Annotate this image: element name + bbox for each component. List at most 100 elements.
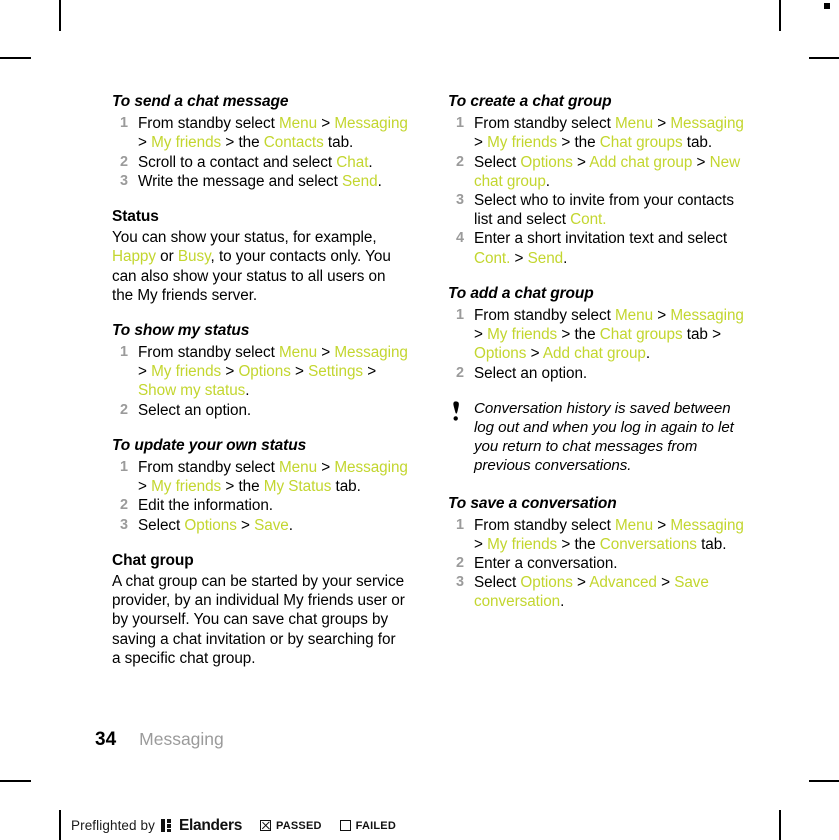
step-0-run-3: Messaging — [334, 459, 408, 476]
paragraph-run-1: Happy — [112, 248, 156, 266]
passed-label: PASSED — [276, 819, 322, 832]
step-2-run-4: > — [656, 574, 675, 592]
step-2-run-3: Save — [254, 516, 289, 534]
right-column: To create a chat group From standby selec… — [448, 92, 744, 628]
step-0-run-12: . — [645, 345, 651, 363]
step-list: From standby select Menu > Messaging > M… — [448, 114, 744, 268]
step-0-run-5: My friends — [151, 478, 222, 496]
section-right-1: To add a chat group From standby select M… — [448, 284, 744, 383]
step-1-run-3: Add chat group — [589, 153, 693, 171]
page-number: 34 — [95, 729, 117, 750]
page-footer: 34 Messaging — [95, 729, 224, 751]
step-2-run-1: Send — [342, 172, 378, 190]
paragraph-run-2: or — [155, 248, 178, 266]
step-0-run-0: From standby select — [138, 344, 279, 362]
step-2-run-0: Select — [474, 574, 521, 592]
step-0-run-6: > the — [557, 134, 600, 152]
step-0-run-4: > — [474, 134, 488, 152]
step-0-run-3: Messaging — [670, 306, 744, 324]
step-2-run-6: . — [560, 593, 565, 611]
step-1-run-0: Select — [474, 153, 521, 171]
step-0-run-4: > — [474, 326, 488, 344]
step-0-run-5: My friends — [487, 535, 558, 553]
step-0-run-2: > — [317, 344, 335, 362]
step-0-run-5: My friends — [151, 134, 222, 152]
step-0-run-1: Menu — [278, 459, 318, 476]
step-0-run-1: Menu — [278, 115, 318, 133]
step-1-run-0: Edit the information. — [138, 497, 273, 515]
step-item: Select Options > Add chat group > New ch… — [448, 153, 744, 191]
step-2-run-2: . — [377, 172, 382, 190]
step-list: From standby select Menu > Messaging > M… — [112, 458, 408, 535]
preflight-bar: Preflighted by Elanders PASSED FAILED — [59, 811, 396, 840]
step-list: From standby select Menu > Messaging > M… — [112, 114, 408, 191]
step-item: Scroll to a contact and select Chat. — [112, 153, 408, 172]
step-item: Select Options > Save. — [112, 516, 408, 535]
step-0-run-8: tab. — [323, 134, 354, 152]
step-0-run-5: My friends — [487, 326, 558, 344]
step-2-run-4: . — [288, 516, 293, 534]
preflight-failed-checkbox-group[interactable]: FAILED — [339, 819, 396, 832]
step-2-run-3: Advanced — [589, 574, 657, 592]
step-item: Enter a conversation. — [448, 554, 744, 573]
step-2-run-2: > — [236, 516, 255, 534]
step-0-run-0: From standby select — [138, 459, 279, 476]
step-0-run-1: Menu — [614, 306, 654, 324]
left-column: To send a chat message From standby selec… — [112, 92, 408, 684]
section-left-1: Status You can show your status, for exam… — [112, 207, 408, 305]
step-1-run-0: Enter a conversation. — [474, 555, 618, 573]
chapter-title: Messaging — [139, 729, 224, 749]
step-0-run-8: tab > — [682, 326, 721, 344]
step-0-run-7: Chat groups — [599, 326, 683, 344]
section-heading: To send a chat message — [112, 93, 289, 110]
note-text: Conversation history is saved between lo… — [474, 399, 734, 475]
step-item: From standby select Menu > Messaging > M… — [112, 458, 408, 496]
step-0-run-7: Conversations — [599, 535, 697, 553]
section-right-after-0: To save a conversation From standby selec… — [448, 494, 744, 612]
step-0-run-9: Options — [474, 345, 527, 363]
note-callout: Conversation history is saved between lo… — [448, 399, 744, 476]
passed-checkbox-icon[interactable] — [260, 820, 272, 831]
step-item: Edit the information. — [112, 496, 408, 515]
step-list: From standby select Menu > Messaging > M… — [448, 516, 744, 612]
step-item: From standby select Menu > Messaging > M… — [448, 114, 744, 152]
failed-label: FAILED — [355, 819, 396, 832]
step-item: Select Options > Advanced > Save convers… — [448, 573, 744, 611]
step-0-run-9: Settings — [308, 363, 363, 381]
step-0-run-0: From standby select — [138, 115, 279, 133]
section-paragraph: A chat group can be started by your serv… — [112, 572, 408, 668]
step-3-run-4: . — [563, 249, 568, 267]
step-item: From standby select Menu > Messaging > M… — [448, 516, 744, 554]
step-0-run-8: tab. — [331, 478, 361, 496]
paragraph-run-0: A chat group can be started by your serv… — [112, 572, 405, 667]
step-0-run-8: > — [290, 363, 309, 381]
step-0-run-7: Options — [238, 363, 291, 381]
elanders-brand-name: Elanders — [178, 816, 243, 834]
section-left-3: To update your own status From standby se… — [112, 436, 408, 535]
preflight-passed-checkbox-group[interactable]: PASSED — [260, 820, 322, 832]
step-0-run-2: > — [653, 306, 671, 324]
step-0-run-4: > — [138, 134, 152, 152]
step-1-run-1: Options — [520, 153, 573, 171]
step-0-run-8: tab. — [682, 134, 713, 152]
section-left-4: Chat group A chat group can be started by… — [112, 551, 408, 668]
failed-checkbox-icon[interactable] — [339, 820, 351, 831]
section-heading: To create a chat group — [448, 93, 612, 110]
step-0-run-2: > — [317, 115, 335, 133]
manual-page: To send a chat message From standby selec… — [0, 0, 839, 790]
section-heading: Chat group — [112, 551, 194, 569]
elanders-logo-mark-icon — [160, 819, 175, 833]
step-3-run-0: Enter a short invitation text and select — [474, 230, 728, 248]
step-0-run-5: My friends — [151, 363, 222, 381]
step-1-run-6: . — [545, 172, 550, 190]
step-1-run-2: > — [572, 153, 590, 171]
step-0-run-6: > the — [221, 478, 264, 496]
step-0-run-6: > the — [221, 134, 264, 152]
step-2-run-0: Write the message and select — [138, 172, 343, 190]
step-0-run-0: From standby select — [474, 306, 615, 324]
step-2-run-1: Options — [184, 516, 237, 534]
section-right-0: To create a chat group From standby selec… — [448, 92, 744, 268]
left-column-sections: To send a chat message From standby selec… — [112, 92, 408, 668]
step-0-run-4: > — [474, 535, 488, 553]
step-0-run-2: > — [653, 516, 671, 534]
